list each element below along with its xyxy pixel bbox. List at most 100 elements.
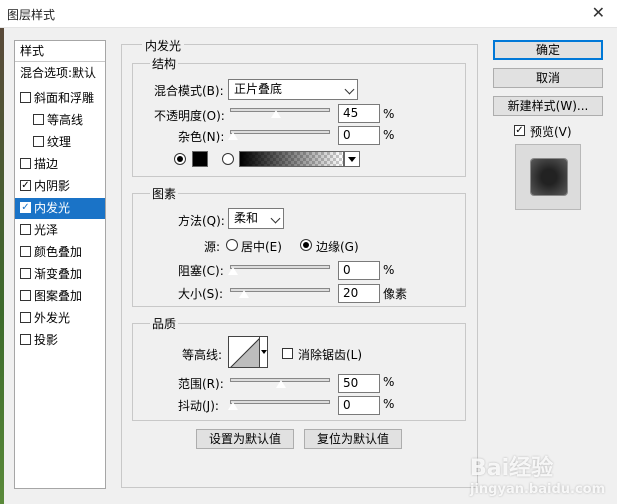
make-default-button[interactable]: 设置为默认值: [196, 429, 294, 449]
watermark-subtext: jingyan.baidu.com: [470, 482, 606, 497]
slider-thumb-icon[interactable]: [228, 132, 238, 140]
panel-title: 内发光: [142, 37, 185, 54]
choke-label: 阻塞(C):: [178, 264, 224, 278]
method-value: 柔和: [234, 211, 259, 225]
anti-alias-checkbox[interactable]: [282, 348, 293, 359]
gradient-radio[interactable]: [222, 153, 234, 165]
glow-color-swatch[interactable]: [192, 151, 208, 167]
percent-unit: %: [383, 397, 395, 411]
percent-unit: %: [383, 107, 395, 121]
checkbox-checked-icon[interactable]: ✓: [20, 180, 31, 191]
slider-thumb-icon[interactable]: [271, 110, 281, 118]
style-item-gradient-overlay[interactable]: 渐变叠加: [15, 264, 105, 285]
checkbox-icon[interactable]: [20, 334, 31, 345]
anti-alias-label[interactable]: 消除锯齿(L): [298, 346, 362, 363]
checkbox-icon[interactable]: [33, 114, 44, 125]
choke-slider[interactable]: [228, 265, 330, 275]
checkbox-icon[interactable]: [20, 158, 31, 169]
slider-thumb-icon[interactable]: [276, 380, 286, 388]
style-item-color-overlay[interactable]: 颜色叠加: [15, 242, 105, 263]
quality-title: 品质: [150, 315, 179, 332]
style-item-stroke[interactable]: 描边: [15, 154, 105, 175]
new-style-button[interactable]: 新建样式(W)...: [493, 96, 603, 116]
opacity-input[interactable]: 45: [338, 104, 380, 123]
style-item-label: 描边: [34, 157, 59, 171]
range-label: 范围(R):: [178, 377, 224, 391]
watermark: Bai经验 jingyan.baidu.com: [470, 450, 605, 497]
chevron-down-icon: [270, 213, 281, 224]
ok-button[interactable]: 确定: [493, 40, 603, 60]
style-item-label: 外发光: [34, 311, 71, 325]
source-edge-label[interactable]: 边缘(G): [316, 238, 359, 255]
elements-title: 图素: [150, 185, 179, 202]
source-label: 源:: [204, 240, 221, 254]
style-item-label: 内阴影: [34, 179, 71, 193]
source-edge-radio[interactable]: [300, 239, 312, 251]
percent-unit: %: [383, 263, 395, 277]
style-item-satin[interactable]: 光泽: [15, 220, 105, 241]
style-item-inner-shadow[interactable]: ✓ 内阴影: [15, 176, 105, 197]
opacity-slider[interactable]: [230, 108, 330, 118]
preview-checkbox[interactable]: ✓: [514, 125, 525, 136]
style-item-drop-shadow[interactable]: 投影: [15, 330, 105, 351]
style-item-bevel-emboss[interactable]: 斜面和浮雕: [15, 88, 105, 109]
checkbox-icon[interactable]: [20, 224, 31, 235]
checkbox-icon[interactable]: [33, 136, 44, 147]
style-item-contour[interactable]: 等高线: [15, 110, 105, 131]
noise-slider[interactable]: [228, 130, 330, 140]
style-item-outer-glow[interactable]: 外发光: [15, 308, 105, 329]
slider-thumb-icon[interactable]: [228, 267, 238, 275]
gradient-preview[interactable]: [239, 151, 344, 167]
source-center-radio[interactable]: [226, 239, 238, 251]
size-unit: 像素: [383, 287, 408, 301]
slider-thumb-icon[interactable]: [239, 290, 249, 298]
checkbox-icon[interactable]: [20, 92, 31, 103]
choke-input[interactable]: 0: [338, 261, 380, 280]
style-item-inner-glow[interactable]: ✓ 内发光: [15, 198, 105, 219]
checkbox-icon[interactable]: [20, 312, 31, 323]
background-strip: [0, 28, 4, 504]
noise-input[interactable]: 0: [338, 126, 380, 145]
close-icon[interactable]: ✕: [592, 3, 605, 22]
reset-default-button[interactable]: 复位为默认值: [304, 429, 402, 449]
style-item-blend-options[interactable]: 混合选项:默认: [15, 63, 105, 84]
style-item-label: 颜色叠加: [34, 245, 83, 259]
contour-picker[interactable]: [228, 336, 260, 368]
style-item-texture[interactable]: 纹理: [15, 132, 105, 153]
chevron-down-icon[interactable]: [260, 336, 268, 368]
preview-label[interactable]: 预览(V): [530, 123, 572, 140]
size-slider[interactable]: [230, 288, 330, 298]
opacity-label: 不透明度(O):: [154, 109, 225, 123]
blend-mode-value: 正片叠底: [234, 82, 283, 96]
style-item-label: 等高线: [47, 113, 84, 127]
slider-thumb-icon[interactable]: [228, 402, 238, 410]
checkbox-icon[interactable]: [20, 246, 31, 257]
style-item-pattern-overlay[interactable]: 图案叠加: [15, 286, 105, 307]
style-preview: [515, 144, 581, 210]
window-title: 图层样式: [7, 8, 56, 22]
range-slider[interactable]: [230, 378, 330, 388]
contour-label: 等高线:: [182, 348, 223, 362]
source-center-label[interactable]: 居中(E): [241, 238, 282, 255]
checkbox-icon[interactable]: [20, 268, 31, 279]
chevron-down-icon: [344, 84, 355, 95]
color-radio[interactable]: [174, 153, 186, 165]
jitter-input[interactable]: 0: [338, 396, 380, 415]
checkbox-icon[interactable]: [20, 290, 31, 301]
watermark-text2: 经验: [509, 456, 554, 481]
checkbox-checked-icon[interactable]: ✓: [20, 202, 31, 213]
method-select[interactable]: 柔和: [228, 208, 284, 229]
style-list-header: 样式: [15, 41, 105, 62]
cancel-button[interactable]: 取消: [493, 68, 603, 88]
structure-title: 结构: [150, 55, 179, 72]
percent-unit: %: [383, 128, 395, 142]
method-label: 方法(Q):: [178, 214, 225, 228]
range-input[interactable]: 50: [338, 374, 380, 393]
style-list: 样式 混合选项:默认 斜面和浮雕 等高线 纹理 描边 ✓ 内阴影 ✓ 内发光 光泽 …: [14, 40, 106, 489]
size-input[interactable]: 20: [338, 284, 380, 303]
chevron-down-icon[interactable]: [344, 151, 360, 167]
blend-mode-select[interactable]: 正片叠底: [228, 79, 358, 100]
preview-swatch: [531, 159, 567, 195]
jitter-slider[interactable]: [228, 400, 330, 410]
blend-mode-label: 混合模式(B):: [154, 84, 224, 98]
